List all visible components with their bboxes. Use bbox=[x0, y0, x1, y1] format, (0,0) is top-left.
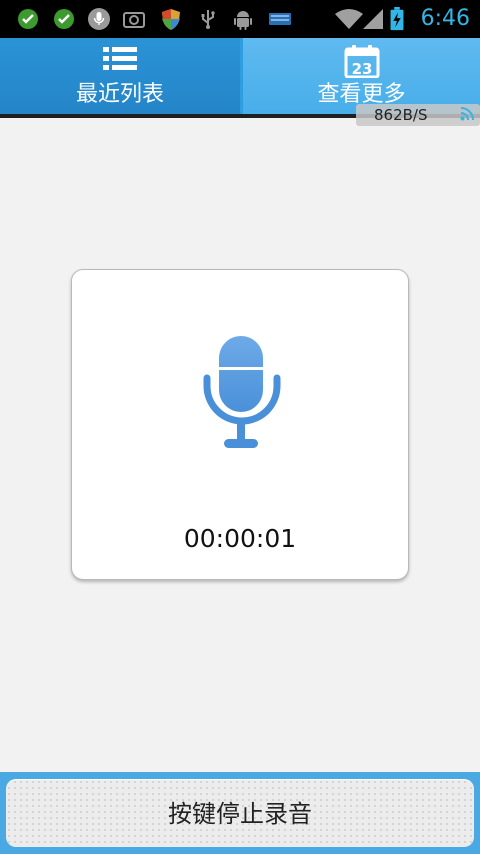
tab-recent-list-label: 最近列表 bbox=[75, 82, 164, 107]
calendar-icon-number: 23 bbox=[351, 60, 372, 78]
calendar-icon: 23 bbox=[344, 45, 379, 78]
bottom-bar: 按键停止录音 bbox=[0, 772, 480, 854]
usb-icon bbox=[201, 10, 215, 29]
check-circle-icon bbox=[54, 9, 74, 29]
microphone-icon bbox=[203, 336, 281, 448]
recording-timer: 00:00:01 bbox=[183, 524, 297, 553]
status-time: 6:46 bbox=[420, 6, 470, 31]
check-circle-icon bbox=[18, 9, 38, 29]
rss-icon bbox=[460, 107, 474, 121]
tab-recent-list[interactable]: 最近列表 bbox=[0, 38, 240, 114]
list-icon bbox=[103, 47, 137, 70]
network-speed-text: 862B/S bbox=[374, 106, 428, 124]
android-icon bbox=[234, 11, 252, 30]
network-speed-overlay: 862B/S bbox=[356, 104, 480, 126]
recording-card: 00:00:01 bbox=[71, 269, 409, 580]
battery-charging-icon bbox=[390, 7, 404, 31]
camera-icon bbox=[123, 12, 145, 28]
stop-recording-button[interactable]: 按键停止录音 bbox=[6, 779, 474, 847]
tab-bar: 最近列表 23 查看更多 bbox=[0, 38, 480, 114]
signal-icon bbox=[363, 9, 383, 29]
microphone-icon bbox=[88, 8, 110, 30]
wifi-icon bbox=[335, 9, 363, 29]
storage-icon bbox=[269, 13, 291, 25]
shield-icon bbox=[162, 9, 180, 30]
stop-recording-label: 按键停止录音 bbox=[168, 800, 312, 828]
status-bar: 6:46 bbox=[0, 0, 480, 38]
app-screen: 6:46 最近列表 23 查看更多 862B/S 00:00:01 按键停止录音 bbox=[0, 0, 480, 854]
tab-view-more[interactable]: 23 查看更多 bbox=[243, 38, 480, 114]
